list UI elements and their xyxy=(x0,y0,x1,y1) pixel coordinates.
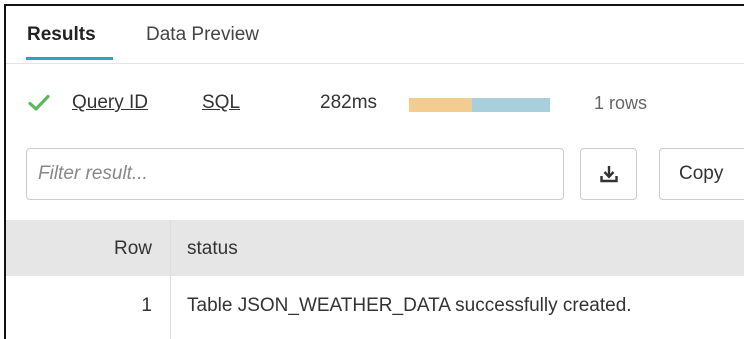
download-button[interactable] xyxy=(580,148,637,200)
timing-segment-2 xyxy=(472,98,550,112)
copy-button[interactable]: Copy xyxy=(659,148,744,200)
table-row: 1 Table JSON_WEATHER_DATA successfully c… xyxy=(6,276,744,339)
tab-bar: Results Data Preview xyxy=(6,6,744,64)
column-header-status[interactable]: status xyxy=(187,238,238,260)
timing-bar xyxy=(409,98,550,112)
query-id-link[interactable]: Query ID xyxy=(72,92,148,114)
timing-segment-1 xyxy=(409,98,473,112)
tab-data-preview[interactable]: Data Preview xyxy=(146,24,259,46)
table-header: Row status xyxy=(6,220,744,276)
row-count: 1 rows xyxy=(594,93,648,113)
filter-result-input[interactable] xyxy=(26,148,564,200)
results-panel: Results Data Preview Query ID SQL 282ms … xyxy=(4,4,744,339)
column-divider xyxy=(170,220,171,339)
check-icon xyxy=(28,94,50,111)
query-info-row: Query ID SQL 282ms 1 rows xyxy=(6,88,744,118)
sql-link[interactable]: SQL xyxy=(202,92,240,114)
status-cell: Table JSON_WEATHER_DATA successfully cre… xyxy=(187,295,632,316)
query-duration: 282ms xyxy=(320,92,378,113)
tab-results[interactable]: Results xyxy=(27,24,96,46)
column-header-row[interactable]: Row xyxy=(114,238,152,260)
row-number-cell: 1 xyxy=(141,295,152,316)
download-icon xyxy=(599,166,618,183)
active-tab-indicator xyxy=(26,57,113,60)
